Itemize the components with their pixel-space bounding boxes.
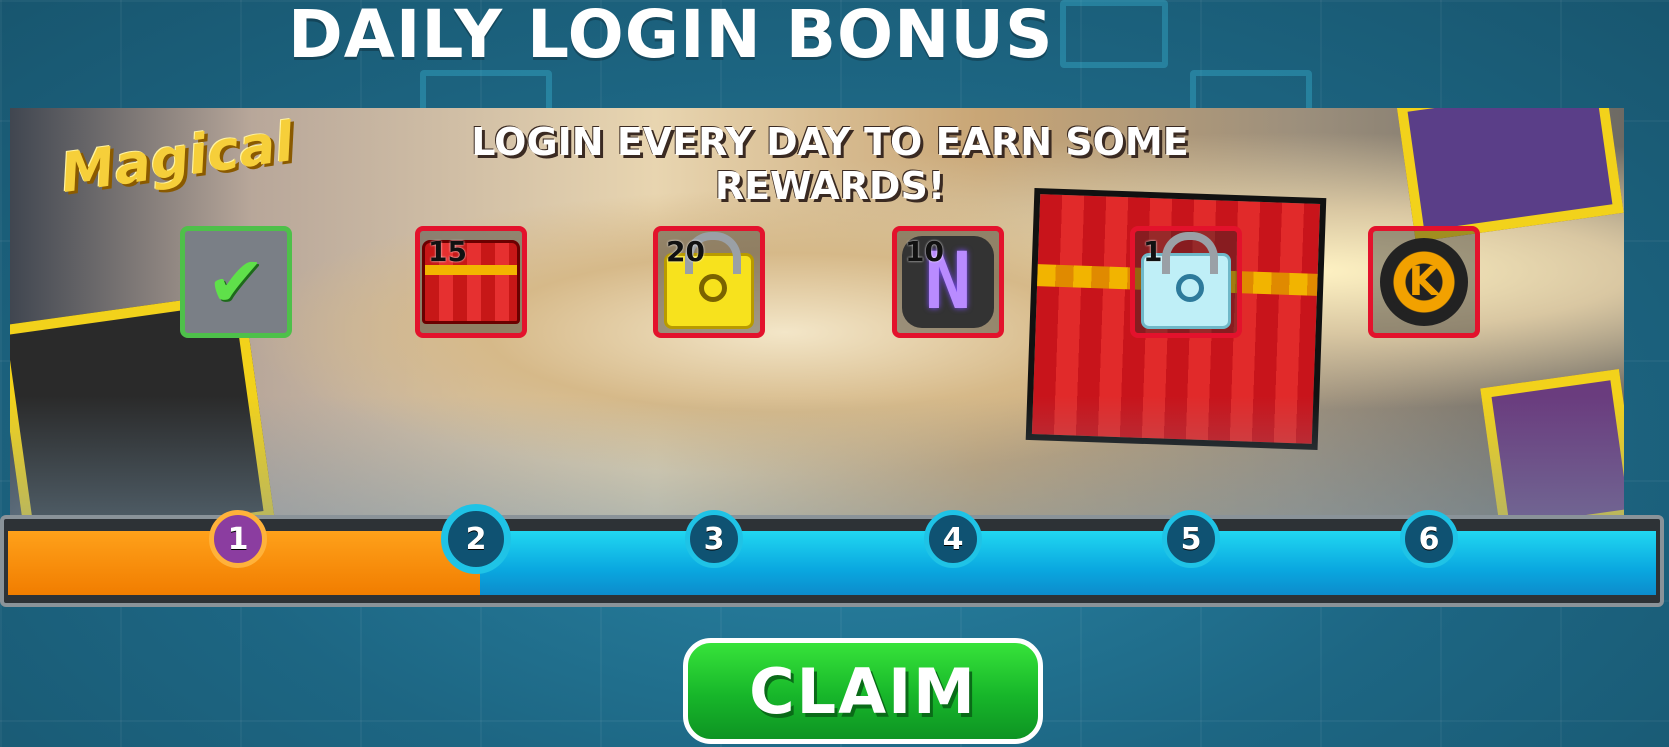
reward-slot-day-6[interactable]: K — [1368, 226, 1480, 338]
reward-banner: Magical LOGIN EVERY DAY TO EARN SOME REW… — [10, 108, 1624, 516]
claim-button[interactable]: CLAIM — [683, 638, 1043, 744]
reward-slot-day-4[interactable]: N 10 — [892, 226, 1004, 338]
background-tile — [1060, 0, 1168, 68]
key-icon — [1176, 274, 1204, 302]
mystery-card-decoration — [1396, 108, 1624, 242]
magical-logo: Magical — [56, 110, 298, 205]
day-marker-6: 6 — [1400, 510, 1458, 568]
reward-quantity: 20 — [666, 235, 705, 268]
day-marker-5: 5 — [1162, 510, 1220, 568]
day-marker-3: 3 — [685, 510, 743, 568]
page-title: DAILY LOGIN BONUS — [288, 0, 1054, 73]
gear-emblem-icon: K — [1380, 238, 1468, 326]
reward-slot-day-3[interactable]: 20 — [653, 226, 765, 338]
day-marker-2: 2 — [441, 504, 511, 574]
reward-quantity: 1 — [1143, 235, 1163, 268]
mystery-card-decoration — [1480, 368, 1624, 516]
checkmark-icon: ✔ — [206, 241, 266, 323]
reward-slot-day-2[interactable]: 15 — [415, 226, 527, 338]
day-marker-4: 4 — [924, 510, 982, 568]
day-marker-1: 1 — [209, 510, 267, 568]
reward-quantity: 10 — [905, 235, 944, 268]
key-icon — [699, 274, 727, 302]
reward-slot-day-5[interactable]: 1 — [1130, 226, 1242, 338]
reward-slot-day-1[interactable]: ✔ — [180, 226, 292, 338]
reward-quantity: 15 — [428, 235, 467, 268]
